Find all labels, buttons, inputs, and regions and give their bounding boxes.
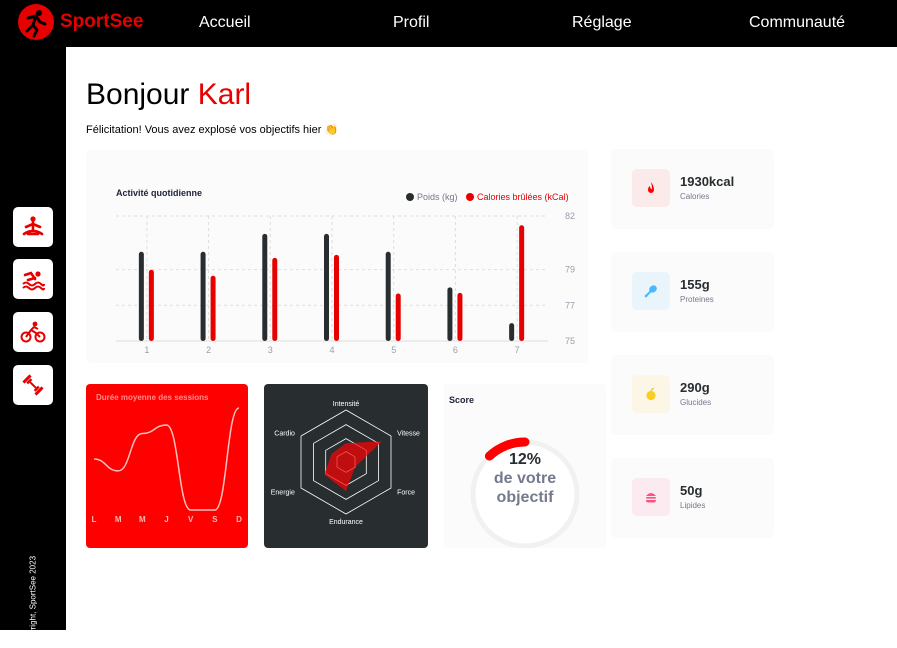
cycling-icon: [20, 321, 46, 343]
swimming-icon: [22, 271, 45, 291]
day-label: S: [212, 515, 218, 524]
user-name: Karl: [197, 78, 252, 111]
day-label: J: [164, 515, 168, 524]
weight-bar: [385, 251, 391, 341]
average-sessions-chart: Durée moyenne des sessions LMMJVSD: [86, 384, 248, 548]
fire-icon: [632, 169, 670, 207]
weight-bar: [324, 233, 329, 341]
radar-label: Energie: [271, 490, 295, 497]
score-line-2: objectif: [496, 489, 554, 506]
calories-card: 1930kcal Calories: [611, 149, 774, 229]
radar-label: Cardio: [274, 431, 295, 438]
cycling-button[interactable]: [13, 312, 53, 352]
calories-bar: [457, 292, 463, 341]
day-label: M: [139, 515, 146, 524]
score-chart: Score 12% de votre objectif: [444, 384, 606, 548]
x-tick-label: 7: [515, 345, 520, 355]
day-label: M: [115, 515, 122, 524]
lipids-value: 50g: [680, 483, 703, 498]
calories-bar: [395, 293, 401, 341]
weight-bar: [509, 323, 515, 341]
calories-bar: [210, 275, 216, 341]
carbs-card: 290g Glucides: [611, 355, 774, 435]
dumbbell-button[interactable]: [13, 365, 53, 405]
greeting-prefix: Bonjour: [86, 78, 190, 111]
calories-label: Calories: [680, 192, 710, 201]
x-tick-label: 2: [206, 345, 211, 355]
radar-plot: Intensité Vitesse Force Endurance Energie Car…: [271, 401, 420, 526]
weight-bar: [447, 287, 453, 341]
weight-bar: [262, 233, 268, 341]
x-tick-label: 6: [453, 345, 458, 355]
x-tick-label: 1: [144, 345, 149, 355]
page-title: Bonjour Karl: [86, 78, 251, 112]
x-tick-label: 4: [329, 345, 334, 355]
calories-bar: [272, 257, 278, 341]
daily-activity-chart: Activité quotidienne Poids (kg) Calories…: [86, 150, 588, 363]
day-label: V: [188, 515, 194, 524]
logo-icon[interactable]: [18, 4, 54, 40]
congratulation-message: Félicitation! Vous avez explosé vos obje…: [86, 124, 339, 136]
radar-label: Intensité: [333, 401, 360, 408]
dumbbell-icon: [22, 374, 44, 396]
yoga-icon: [22, 216, 44, 236]
carbs-value: 290g: [680, 380, 710, 395]
carbs-label: Glucides: [680, 398, 712, 407]
radar-label: Force: [397, 490, 415, 497]
score-line-1: de votre: [493, 470, 557, 487]
swimming-button[interactable]: [13, 259, 53, 299]
y-tick-label: 79: [565, 265, 575, 275]
x-tick-label: 3: [268, 345, 273, 355]
calories-bar: [334, 254, 339, 341]
radar-label: Vitesse: [397, 431, 420, 438]
calories-bar: [148, 269, 154, 341]
proteins-card: 155g Proteines: [611, 252, 774, 332]
nav-reglage[interactable]: Réglage: [572, 14, 632, 32]
proteins-value: 155g: [680, 277, 710, 292]
radar-label: Endurance: [329, 519, 363, 526]
top-navigation: SportSee Accueil Profil Réglage Communau…: [0, 0, 897, 47]
nav-communaute[interactable]: Communauté: [749, 14, 845, 32]
x-tick-label: 5: [391, 345, 396, 355]
sessions-plot: LMMJVSD: [92, 407, 242, 524]
performance-radar-chart: Intensité Vitesse Force Endurance Energie Car…: [264, 384, 428, 548]
nav-accueil[interactable]: Accueil: [199, 14, 251, 32]
weight-bar: [138, 251, 144, 341]
yoga-button[interactable]: [13, 207, 53, 247]
brand-name[interactable]: SportSee: [60, 11, 143, 33]
nav-profil[interactable]: Profil: [393, 14, 429, 32]
apple-icon: [632, 375, 670, 413]
activity-plot: 82 79 77 75 1 2 3 4 5 6 7: [116, 211, 575, 355]
sidebar: Copyright, SportSee 2023: [0, 47, 66, 648]
calories-bar: [519, 225, 525, 341]
score-percent: 12%: [508, 451, 542, 468]
weight-bar: [200, 251, 206, 341]
y-tick-label: 77: [565, 300, 575, 310]
calories-value: 1930kcal: [680, 174, 735, 189]
lipids-card: 50g Lipides: [611, 458, 774, 538]
chicken-icon: [632, 272, 670, 310]
sessions-line: [93, 407, 240, 511]
score-label: 12% de votre objectif: [444, 450, 606, 507]
burger-icon: [632, 478, 670, 516]
copyright-text: Copyright, SportSee 2023: [28, 555, 38, 648]
proteins-label: Proteines: [680, 295, 714, 304]
y-tick-label: 82: [565, 211, 575, 221]
y-tick-label: 75: [565, 336, 575, 346]
lipids-label: Lipides: [680, 501, 706, 510]
day-label: D: [236, 515, 242, 524]
day-label: L: [92, 515, 97, 524]
